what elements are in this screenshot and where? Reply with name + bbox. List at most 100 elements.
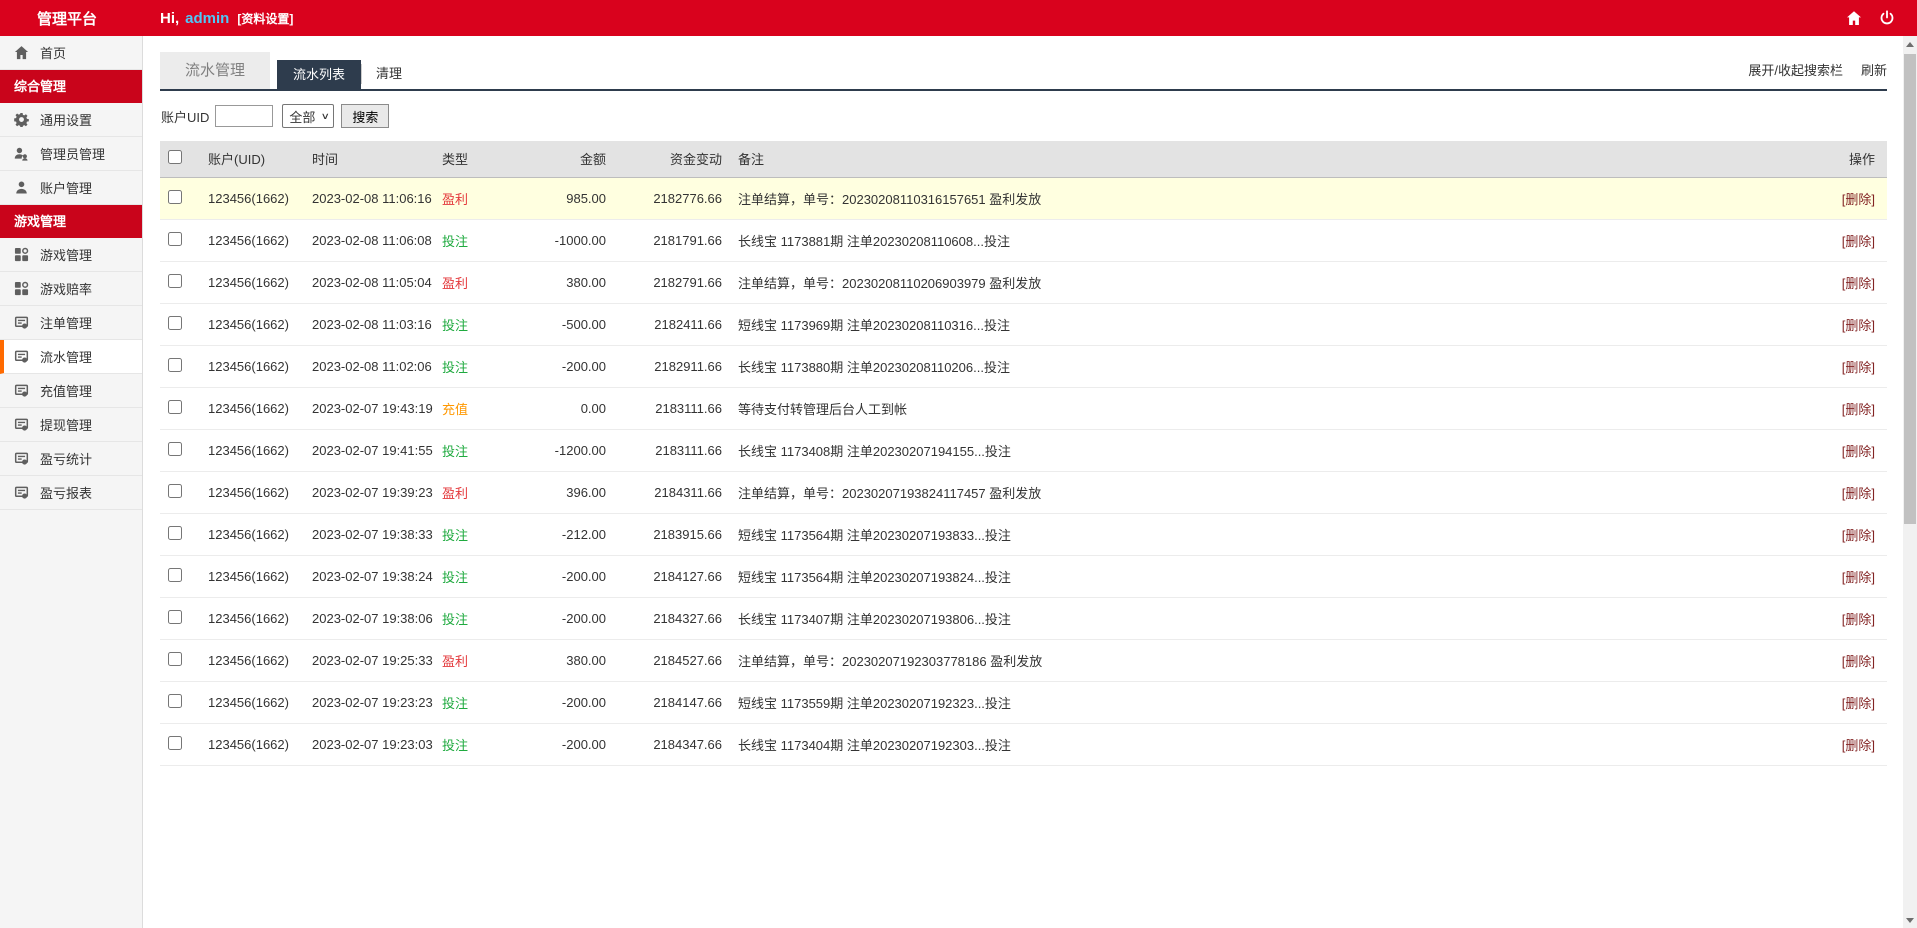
delete-link[interactable]: [删除] [1842,696,1875,711]
delete-link[interactable]: [删除] [1842,654,1875,669]
profile-settings-link[interactable]: [资料设置] [237,10,293,27]
sidebar-item-game-management[interactable]: 游戏管理 [0,238,142,272]
search-button[interactable]: 搜索 [341,104,390,128]
row-checkbox[interactable] [168,651,182,666]
type-badge: 盈利 [442,485,469,501]
row-checkbox[interactable] [168,399,182,414]
sidebar-item-recharge-management[interactable]: 充值管理 [0,374,142,408]
row-checkbox[interactable] [168,315,182,330]
sidebar-item-admin-management[interactable]: 管理员管理 [0,137,142,171]
type-filter-select[interactable]: 全部 ∨ [282,104,335,128]
row-checkbox[interactable] [168,441,182,456]
row-checkbox[interactable] [168,231,182,246]
delete-link[interactable]: [删除] [1842,528,1875,543]
delete-link[interactable]: [删除] [1842,318,1875,333]
cell-amount: -1200.00 [520,429,614,472]
table-toolbar: 展开/收起搜索栏 刷新 [1748,60,1887,89]
type-badge: 投注 [442,569,469,585]
scroll-up-arrow[interactable] [1903,36,1917,52]
sidebar-item-withdraw-management[interactable]: 提现管理 [0,408,142,442]
col-balance: 资金变动 [614,141,730,178]
sidebar-item-pnl-report[interactable]: 盈亏报表 [0,476,142,510]
delete-link[interactable]: [删除] [1842,444,1875,459]
cell-uid: 123456(1662) [200,597,304,640]
row-checkbox[interactable] [168,609,182,624]
selected-filter-value: 全部 [289,109,316,125]
row-checkbox[interactable] [168,189,182,204]
select-all-checkbox[interactable] [168,150,182,165]
cell-uid: 123456(1662) [200,219,304,262]
uid-label: 账户UID [161,109,210,125]
row-checkbox[interactable] [168,735,182,750]
delete-link[interactable]: [删除] [1842,234,1875,249]
table-row: 123456(1662) 2023-02-08 11:05:04 盈利 380.… [160,261,1887,304]
cell-time: 2023-02-07 19:38:33 [304,513,434,556]
tab-clean[interactable]: 清理 [361,64,416,84]
sidebar-item-home[interactable]: 首页 [0,36,142,70]
toggle-search-link[interactable]: 展开/收起搜索栏 [1748,60,1843,79]
tab-flow-list[interactable]: 流水列表 [277,60,362,89]
row-checkbox[interactable] [168,693,182,708]
sidebar-item-label: 充值管理 [40,384,93,399]
sidebar-item-game-odds[interactable]: 游戏赔率 [0,272,142,306]
delete-link[interactable]: [删除] [1842,276,1875,291]
delete-link[interactable]: [删除] [1842,612,1875,627]
type-badge: 盈利 [442,191,469,207]
delete-link[interactable]: [删除] [1842,360,1875,375]
table-row: 123456(1662) 2023-02-07 19:38:33 投注 -212… [160,513,1887,556]
users-icon [14,146,29,161]
cell-balance: 2182911.66 [614,345,730,388]
col-amount: 金额 [520,141,614,178]
cell-uid: 123456(1662) [200,261,304,304]
delete-link[interactable]: [删除] [1842,738,1875,753]
power-icon[interactable] [1879,10,1895,26]
table-row: 123456(1662) 2023-02-07 19:39:23 盈利 396.… [160,471,1887,514]
delete-link[interactable]: [删除] [1842,402,1875,417]
sidebar-item-bet-orders[interactable]: 注单管理 [0,306,142,340]
cell-time: 2023-02-07 19:23:23 [304,681,434,724]
scrollbar-thumb[interactable] [1904,54,1916,524]
delete-link[interactable]: [删除] [1842,486,1875,501]
type-badge: 投注 [442,611,469,627]
row-checkbox[interactable] [168,525,182,540]
cell-amount: 380.00 [520,639,614,682]
sidebar-item-pnl-stats[interactable]: 盈亏统计 [0,442,142,476]
refresh-link[interactable]: 刷新 [1861,60,1887,79]
table-row: 123456(1662) 2023-02-07 19:38:24 投注 -200… [160,555,1887,598]
scroll-down-arrow[interactable] [1903,912,1917,928]
row-checkbox[interactable] [168,567,182,582]
document-icon [14,315,29,330]
document-icon [14,485,29,500]
cell-balance: 2182411.66 [614,303,730,346]
delete-link[interactable]: [删除] [1842,192,1875,207]
home-icon[interactable] [1846,10,1862,26]
type-badge: 投注 [442,317,469,333]
cell-uid: 123456(1662) [200,555,304,598]
row-checkbox[interactable] [168,483,182,498]
cell-amount: 396.00 [520,471,614,514]
flow-table: 账户(UID) 时间 类型 金额 资金变动 备注 操作 123456(1662)… [160,141,1887,766]
row-checkbox[interactable] [168,357,182,372]
document-icon [14,451,29,466]
cell-balance: 2184527.66 [614,639,730,682]
uid-input[interactable] [215,105,274,127]
sidebar-item-flow-management[interactable]: 流水管理 [0,340,142,374]
cell-remark: 短线宝 1173564期 注单20230207193833...投注 [730,513,1811,556]
type-badge: 投注 [442,737,469,753]
col-type: 类型 [434,141,520,178]
delete-link[interactable]: [删除] [1842,570,1875,585]
sidebar-item-general-settings[interactable]: 通用设置 [0,103,142,137]
row-checkbox[interactable] [168,273,182,288]
cell-uid: 123456(1662) [200,471,304,514]
sidebar-item-label: 账户管理 [40,181,93,196]
sidebar-item-label: 通用设置 [40,113,93,128]
cell-uid: 123456(1662) [200,723,304,766]
cell-amount: -200.00 [520,345,614,388]
document-icon [14,349,29,364]
tabs-bar: 流水管理 流水列表 清理 展开/收起搜索栏 刷新 [160,52,1887,91]
sidebar-item-account-management[interactable]: 账户管理 [0,171,142,205]
cell-amount: -200.00 [520,555,614,598]
cell-remark: 长线宝 1173881期 注单20230208110608...投注 [730,219,1811,262]
cell-time: 2023-02-07 19:39:23 [304,471,434,514]
header-actions [1846,10,1917,26]
